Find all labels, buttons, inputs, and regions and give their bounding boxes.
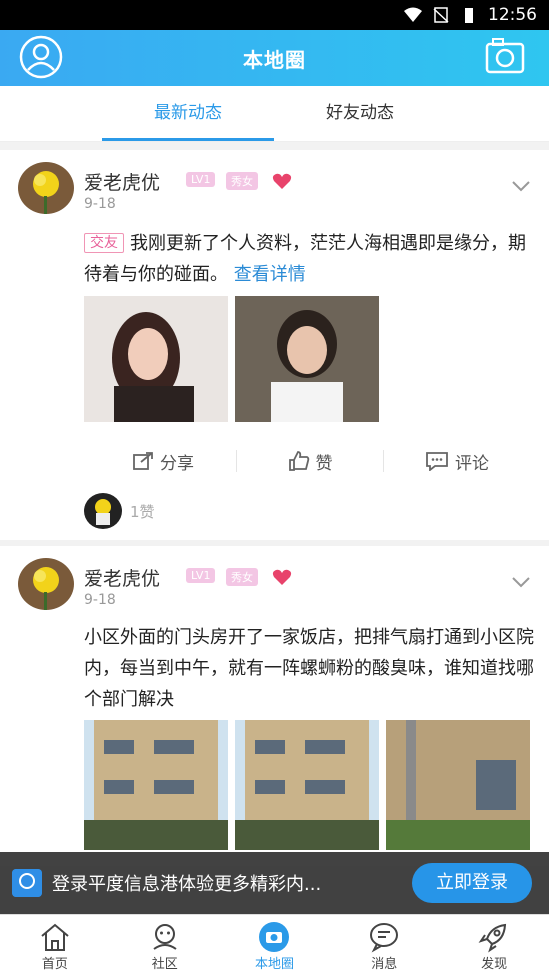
nav-community[interactable]: 社区 [110, 915, 220, 977]
post-photo[interactable] [386, 720, 530, 850]
share-button[interactable]: 分享 [90, 449, 236, 474]
status-time: 12:56 [488, 5, 537, 25]
post-date: 9-18 [84, 592, 116, 608]
share-label: 分享 [160, 453, 194, 474]
view-details-link[interactable]: 查看详情 [234, 264, 306, 285]
feed-tabs: 最新动态 好友动态 [0, 86, 549, 142]
message-icon [370, 923, 399, 953]
level-badge: LV1 [186, 568, 216, 583]
tab-friends[interactable]: 好友动态 [274, 86, 446, 141]
post-photo[interactable] [235, 720, 379, 850]
comment-button[interactable]: 评论 [384, 449, 530, 474]
avatar[interactable] [18, 162, 74, 214]
nav-discover-label: 发现 [481, 957, 508, 972]
rocket-icon [478, 923, 507, 953]
author-name[interactable]: 爱老虎优 [84, 168, 160, 195]
nav-messages[interactable]: 消息 [329, 915, 439, 977]
comment-icon [426, 452, 448, 471]
tab-latest[interactable]: 最新动态 [102, 86, 274, 141]
post-tag: 交友 [84, 233, 124, 253]
page-title: 本地圈 [243, 47, 306, 72]
nav-messages-label: 消息 [371, 957, 398, 972]
app-logo-icon [12, 869, 42, 897]
avatar[interactable] [18, 558, 74, 610]
post-photo[interactable] [235, 296, 379, 422]
nav-home[interactable]: 首页 [0, 915, 110, 977]
likes-count: 1赞 [130, 502, 155, 521]
post-card[interactable]: 爱老虎优 LV1 秀女 9-18 交友 我刚更新了个人资料，茫茫人海相遇即是缘分，… [0, 150, 549, 540]
comment-label: 评论 [455, 453, 489, 474]
liker-avatar[interactable] [84, 493, 122, 529]
chevron-down-icon[interactable] [511, 180, 531, 192]
profile-icon[interactable] [18, 34, 64, 80]
thumbs-up-icon [288, 451, 309, 471]
chevron-down-icon[interactable] [511, 576, 531, 588]
post-text: 交友 我刚更新了个人资料，茫茫人海相遇即是缘分，期待着与你的碰面。 查看详情 [84, 228, 534, 290]
post-body: 小区外面的门头房开了一家饭店，把排气扇打通到小区院内，每当到中午，就有一阵螺蛳粉… [84, 627, 534, 710]
nav-community-label: 社区 [151, 957, 178, 972]
wifi-icon [404, 7, 422, 22]
heart-icon [272, 569, 292, 585]
nav-home-label: 首页 [41, 957, 68, 972]
share-icon [133, 452, 153, 470]
author-name[interactable]: 爱老虎优 [84, 564, 160, 591]
login-banner: 登录平度信息港体验更多精彩内... 立即登录 [0, 852, 549, 914]
post-actions: 分享 赞 评论 [90, 441, 530, 481]
no-sim-icon [433, 7, 449, 23]
home-icon [41, 923, 69, 951]
camera-icon[interactable] [485, 38, 525, 74]
nav-local-circle[interactable]: 本地圈 [220, 915, 330, 977]
post-date: 9-18 [84, 196, 116, 212]
login-button[interactable]: 立即登录 [412, 863, 532, 903]
gender-badge: 秀女 [226, 172, 258, 190]
local-circle-icon [259, 922, 290, 952]
post-photo[interactable] [84, 296, 228, 422]
post-photo[interactable] [84, 720, 228, 850]
nav-discover[interactable]: 发现 [439, 915, 549, 977]
nav-local-circle-label: 本地圈 [254, 957, 294, 972]
banner-text: 登录平度信息港体验更多精彩内... [52, 874, 322, 895]
likes-row: 1赞 [84, 493, 155, 529]
status-bar: 12:56 [0, 0, 549, 30]
app-header: 本地圈 [0, 30, 549, 86]
heart-icon [272, 173, 292, 189]
bottom-nav: 首页 社区 本地圈 消息 发现 [0, 914, 549, 977]
post-card[interactable]: 爱老虎优 LV1 秀女 9-18 小区外面的门头房开了一家饭店，把排气扇打通到小… [0, 546, 549, 866]
battery-icon [465, 8, 473, 23]
feed-list: 爱老虎优 LV1 秀女 9-18 交友 我刚更新了个人资料，茫茫人海相遇即是缘分，… [0, 150, 549, 866]
community-icon [153, 924, 177, 950]
level-badge: LV1 [186, 172, 216, 187]
like-button[interactable]: 赞 [237, 449, 383, 474]
gender-badge: 秀女 [226, 568, 258, 586]
like-label: 赞 [315, 453, 333, 474]
